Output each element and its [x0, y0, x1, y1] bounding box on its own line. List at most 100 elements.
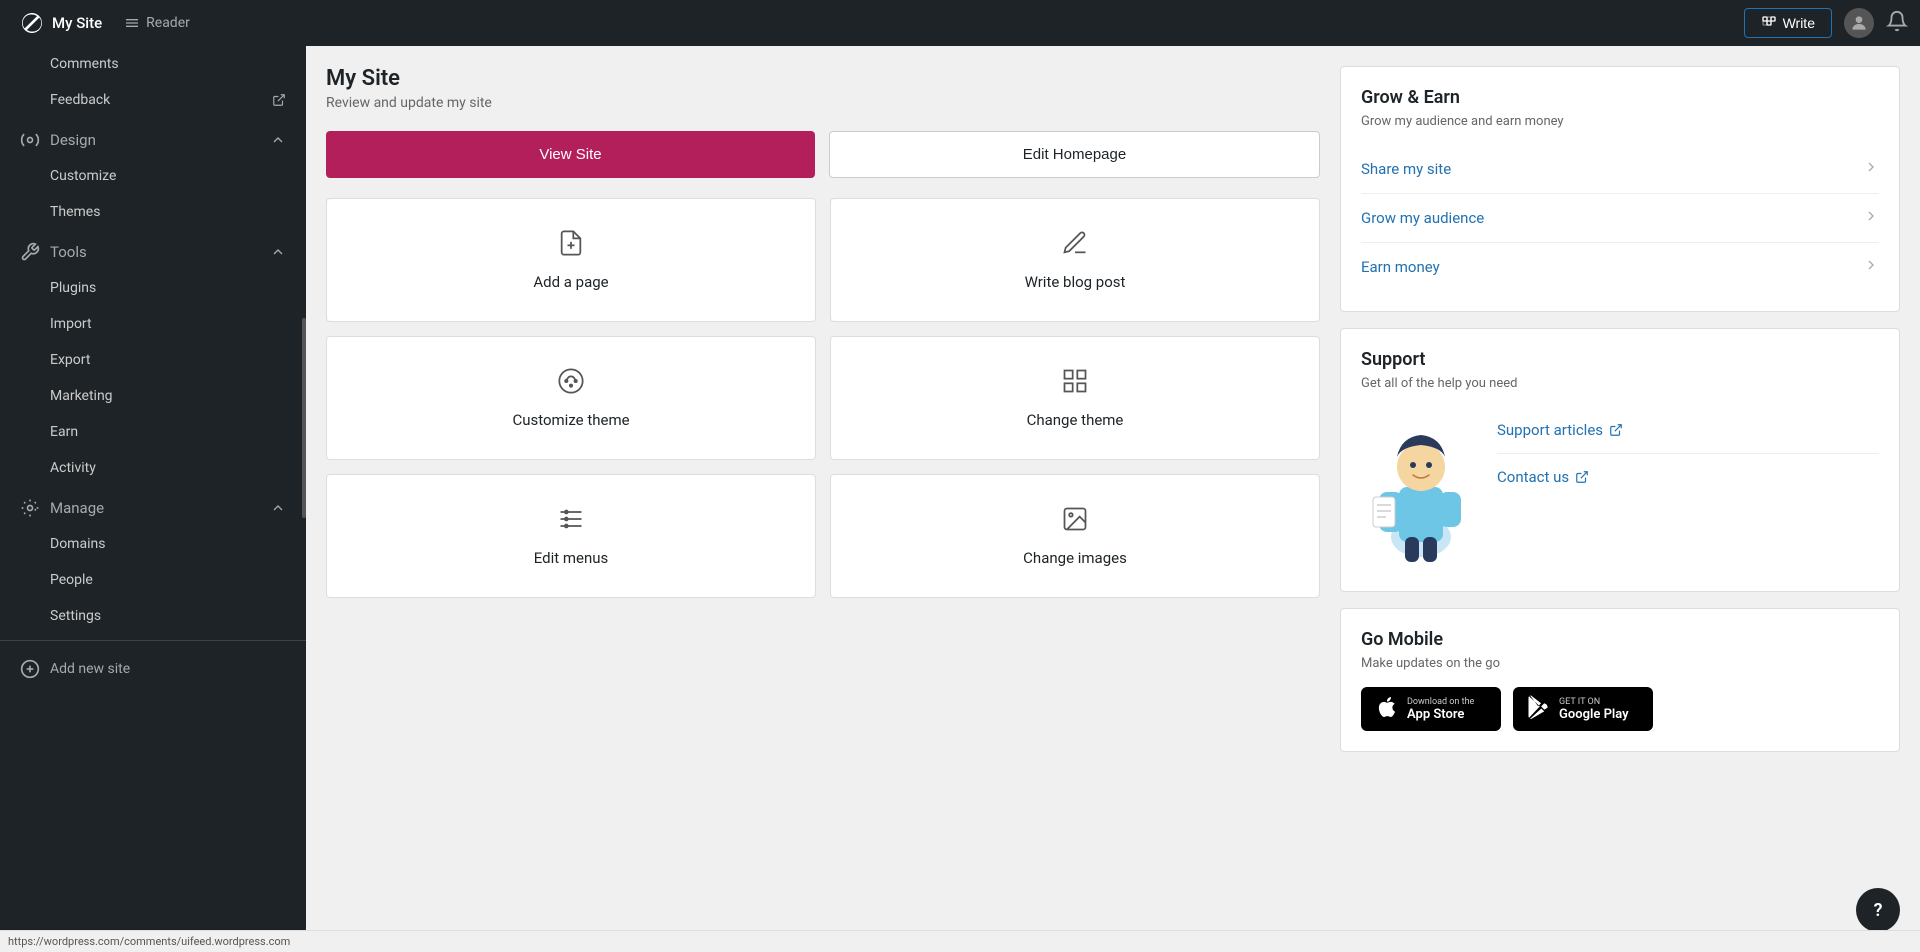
google-play-badge[interactable]: GET IT ON Google Play — [1513, 687, 1653, 731]
change-images-card[interactable]: Change images — [830, 474, 1320, 598]
grow-earn-subtitle: Grow my audience and earn money — [1361, 114, 1879, 129]
center-panel: My Site Review and update my site View S… — [326, 66, 1320, 932]
app-store-main: App Store — [1407, 707, 1474, 722]
support-articles-label: Support articles — [1497, 421, 1603, 439]
grow-audience-link[interactable]: Grow my audience — [1361, 194, 1879, 243]
plugins-label: Plugins — [50, 280, 96, 296]
top-nav: My Site Reader Write — [0, 0, 1920, 46]
edit-menus-icon — [557, 505, 585, 537]
go-mobile-subtitle: Make updates on the go — [1361, 656, 1879, 671]
tools-icon — [20, 242, 40, 262]
design-label: Design — [50, 131, 96, 149]
page-header: My Site Review and update my site — [326, 66, 1320, 111]
sidebar-item-plugins[interactable]: Plugins — [0, 270, 306, 306]
sidebar-item-settings[interactable]: Settings — [0, 598, 306, 634]
sidebar-item-import[interactable]: Import — [0, 306, 306, 342]
contact-us-label: Contact us — [1497, 468, 1569, 486]
sidebar-item-people[interactable]: People — [0, 562, 306, 598]
add-page-card[interactable]: Add a page — [326, 198, 816, 322]
external-link-icon-contact — [1575, 470, 1589, 484]
write-blog-card[interactable]: Write blog post — [830, 198, 1320, 322]
domains-label: Domains — [50, 536, 105, 552]
change-theme-card[interactable]: Change theme — [830, 336, 1320, 460]
page-title: My Site — [326, 66, 1320, 91]
avatar-icon — [1849, 13, 1869, 33]
comments-label: Comments — [50, 56, 119, 72]
share-my-site-link[interactable]: Share my site — [1361, 145, 1879, 194]
manage-label: Manage — [50, 499, 104, 517]
earn-money-label: Earn money — [1361, 258, 1440, 276]
reader-nav-item[interactable]: Reader — [114, 11, 200, 35]
help-icon: ? — [1874, 900, 1883, 921]
help-button[interactable]: ? — [1856, 888, 1900, 932]
write-label: Write — [1783, 15, 1815, 31]
wordpress-icon — [20, 11, 44, 35]
status-bar-text: https://wordpress.com/comments/uifeed.wo… — [8, 935, 290, 948]
sidebar-item-marketing[interactable]: Marketing — [0, 378, 306, 414]
go-mobile-card: Go Mobile Make updates on the go Downloa… — [1340, 608, 1900, 752]
support-articles-link[interactable]: Support articles — [1497, 407, 1879, 454]
google-play-sub: GET IT ON — [1559, 697, 1629, 707]
chevron-right-icon-3 — [1863, 257, 1879, 277]
manage-section-left: Manage — [20, 498, 104, 518]
support-inner: Support articles Contact us — [1361, 407, 1879, 571]
write-blog-label: Write blog post — [1025, 273, 1126, 291]
export-label: Export — [50, 352, 90, 368]
grow-earn-card: Grow & Earn Grow my audience and earn mo… — [1340, 66, 1900, 312]
plus-circle-icon — [20, 659, 40, 679]
app-store-badge[interactable]: Download on the App Store — [1361, 687, 1501, 731]
design-icon — [20, 130, 40, 150]
customize-theme-label: Customize theme — [512, 411, 629, 429]
edit-homepage-button[interactable]: Edit Homepage — [829, 131, 1320, 178]
add-new-site-label: Add new site — [50, 661, 130, 677]
manage-section-header[interactable]: Manage — [0, 486, 306, 526]
page-subtitle: Review and update my site — [326, 95, 1320, 111]
customize-label: Customize — [50, 168, 116, 184]
chevron-right-icon-2 — [1863, 208, 1879, 228]
change-theme-icon — [1061, 367, 1089, 399]
sidebar-item-feedback[interactable]: Feedback — [0, 82, 306, 118]
notifications-bell[interactable] — [1886, 10, 1908, 36]
design-chevron-icon — [270, 132, 286, 148]
feedback-label: Feedback — [50, 92, 110, 108]
import-label: Import — [50, 316, 92, 332]
support-title: Support — [1361, 349, 1879, 370]
sidebar-item-themes[interactable]: Themes — [0, 194, 306, 230]
avatar[interactable] — [1844, 8, 1874, 38]
support-illustration — [1361, 407, 1481, 571]
share-my-site-label: Share my site — [1361, 160, 1451, 178]
sidebar-item-comments[interactable]: Comments — [0, 46, 306, 82]
earn-money-link[interactable]: Earn money — [1361, 243, 1879, 291]
sidebar-item-activity[interactable]: Activity — [0, 450, 306, 486]
support-card: Support Get all of the help you need — [1340, 328, 1900, 592]
status-bar: https://wordpress.com/comments/uifeed.wo… — [0, 930, 1920, 952]
customize-theme-card[interactable]: Customize theme — [326, 336, 816, 460]
tools-section-header[interactable]: Tools — [0, 230, 306, 270]
sidebar-item-domains[interactable]: Domains — [0, 526, 306, 562]
sidebar-item-customize[interactable]: Customize — [0, 158, 306, 194]
manage-chevron-icon — [270, 500, 286, 516]
google-play-icon — [1527, 695, 1551, 723]
my-site-nav-item[interactable]: My Site — [12, 7, 110, 39]
sidebar-item-earn[interactable]: Earn — [0, 414, 306, 450]
write-button[interactable]: Write — [1744, 8, 1832, 38]
cards-grid: Add a page Write blog post — [326, 198, 1320, 598]
scrollbar-thumb[interactable] — [302, 318, 306, 518]
change-images-icon — [1061, 505, 1089, 537]
sidebar-item-export[interactable]: Export — [0, 342, 306, 378]
layout: Comments Feedback Design — [0, 0, 1920, 952]
view-site-button[interactable]: View Site — [326, 131, 815, 178]
support-links: Support articles Contact us — [1497, 407, 1879, 571]
people-label: People — [50, 572, 93, 588]
top-nav-left: My Site Reader — [12, 7, 200, 39]
top-nav-right: Write — [1744, 8, 1908, 38]
grow-earn-title: Grow & Earn — [1361, 87, 1879, 108]
activity-label: Activity — [50, 460, 96, 476]
edit-menus-card[interactable]: Edit menus — [326, 474, 816, 598]
support-figure-svg — [1361, 407, 1481, 567]
sidebar-divider — [0, 640, 306, 641]
add-new-site-button[interactable]: Add new site — [0, 647, 306, 691]
design-section-header[interactable]: Design — [0, 118, 306, 158]
pencil-icon — [1761, 15, 1777, 31]
contact-us-link[interactable]: Contact us — [1497, 454, 1879, 500]
